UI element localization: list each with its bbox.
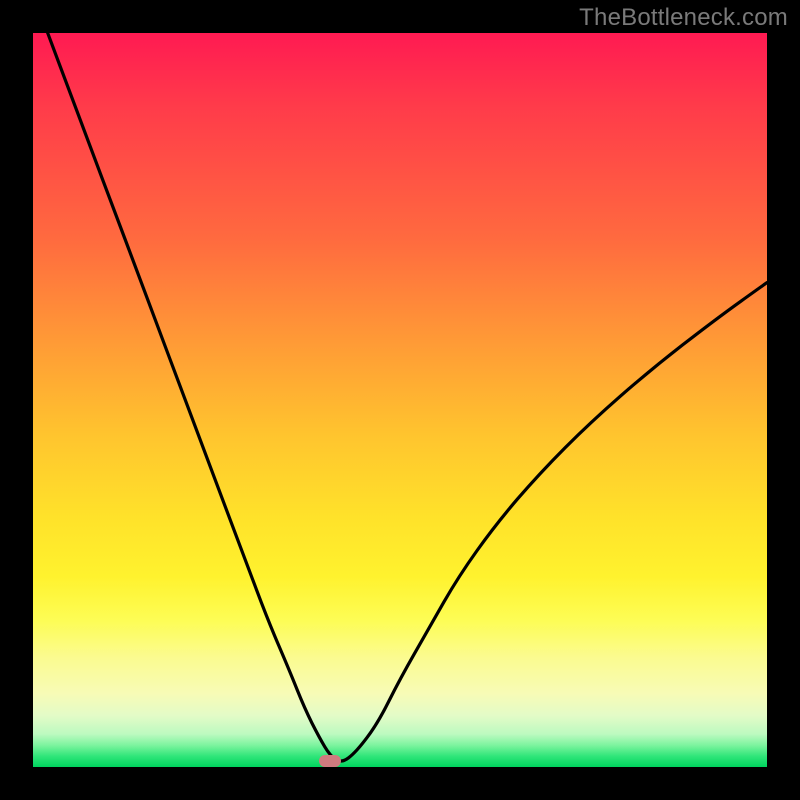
plot-area (33, 33, 767, 767)
bottleneck-curve (48, 33, 767, 761)
outer-frame: TheBottleneck.com (0, 0, 800, 800)
curve-svg (33, 33, 767, 767)
min-marker (319, 755, 341, 767)
watermark-text: TheBottleneck.com (579, 4, 788, 32)
